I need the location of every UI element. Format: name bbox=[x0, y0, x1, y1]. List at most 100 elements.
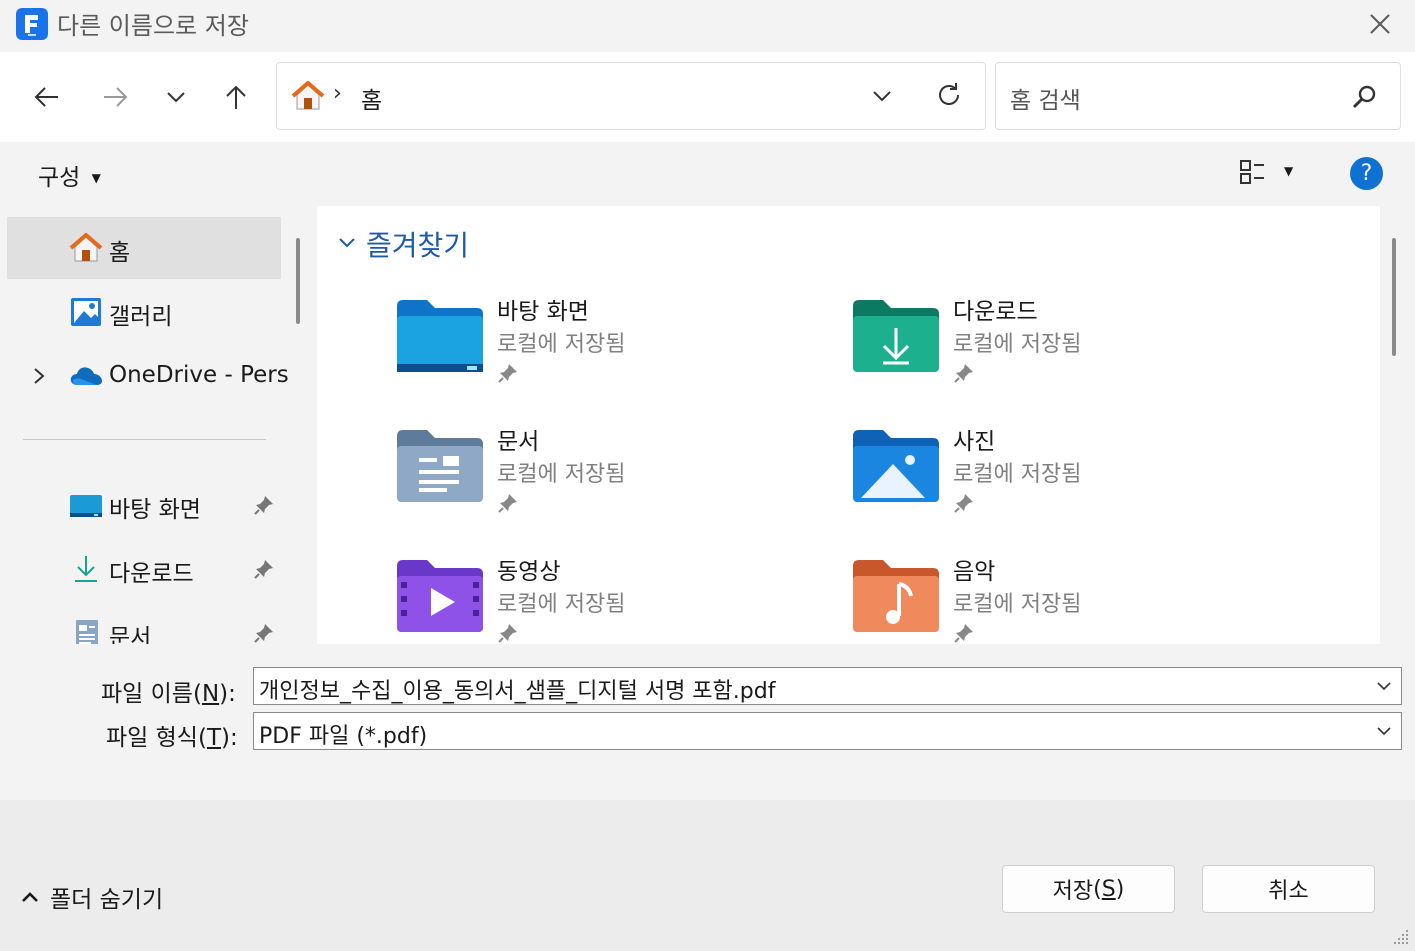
tile-videos[interactable]: 동영상 로컬에 저장됨 bbox=[397, 552, 817, 644]
filetype-label-text: 파일 형식 bbox=[106, 725, 198, 751]
save-label: 저장 bbox=[1052, 879, 1094, 904]
app-icon bbox=[16, 8, 48, 40]
filetype-select[interactable]: PDF 파일 (*.pdf) bbox=[253, 712, 1402, 750]
tile-status: 로컬에 저장됨 bbox=[953, 462, 1082, 487]
up-button[interactable] bbox=[214, 75, 258, 119]
pin-icon[interactable] bbox=[253, 494, 275, 516]
nav-item-documents[interactable]: 문서 bbox=[7, 602, 281, 644]
tile-name: 사진 bbox=[953, 429, 996, 455]
nav-item-label: 갤러리 bbox=[109, 304, 173, 330]
nav-item-label: 다운로드 bbox=[109, 561, 194, 587]
window-title: 다른 이름으로 저장 bbox=[57, 12, 249, 40]
gallery-icon bbox=[71, 298, 101, 326]
view-icon bbox=[1240, 160, 1264, 184]
pin-icon[interactable] bbox=[253, 558, 275, 580]
command-bar bbox=[0, 142, 1415, 206]
nav-divider bbox=[23, 439, 266, 440]
nav-item-home[interactable]: 홈 bbox=[7, 217, 281, 279]
close-button[interactable] bbox=[1362, 6, 1398, 42]
nav-item-downloads[interactable]: 다운로드 bbox=[7, 538, 281, 600]
nav-item-onedrive[interactable]: OneDrive - Pers bbox=[7, 346, 289, 408]
tile-name: 동영상 bbox=[497, 559, 561, 585]
nav-item-label: 문서 bbox=[109, 625, 152, 644]
tile-downloads[interactable]: 다운로드 로컬에 저장됨 bbox=[853, 292, 1273, 412]
tile-name: 바탕 화면 bbox=[497, 299, 589, 325]
chevron-right-icon[interactable] bbox=[29, 366, 49, 386]
cancel-label: 취소 bbox=[1268, 879, 1309, 904]
organize-label: 구성 bbox=[38, 165, 81, 191]
group-header[interactable] bbox=[337, 232, 357, 256]
nav-item-gallery[interactable]: 갤러리 bbox=[7, 281, 281, 343]
tile-status: 로컬에 저장됨 bbox=[953, 332, 1082, 357]
chevron-down-icon[interactable] bbox=[1375, 677, 1393, 695]
search-box[interactable]: 홈 검색 bbox=[995, 62, 1401, 130]
home-icon bbox=[69, 233, 103, 262]
file-list: 즐겨찾기 바탕 화면 로컬에 저장됨 다운로드 로컬에 저장됨 문서 로컬에 저… bbox=[317, 206, 1380, 644]
organize-button[interactable]: 구성 ▼ bbox=[38, 158, 101, 192]
view-caret-icon: ▼ bbox=[1284, 164, 1294, 178]
tile-pictures[interactable]: 사진 로컬에 저장됨 bbox=[853, 422, 1273, 542]
breadcrumb-location[interactable]: 홈 bbox=[361, 81, 382, 115]
tile-name: 다운로드 bbox=[953, 299, 1038, 325]
navigation-pane: 홈 갤러리 OneDrive - Pers 바탕 화면 다운로드 문서 bbox=[7, 206, 297, 644]
filename-combobox[interactable]: 개인정보_수집_이용_동의서_샘플_디지털 서명 포함.pdf bbox=[253, 667, 1402, 705]
chevron-up-icon bbox=[22, 892, 38, 902]
forward-button[interactable] bbox=[94, 75, 138, 119]
tile-documents[interactable]: 문서 로컬에 저장됨 bbox=[397, 422, 817, 542]
search-icon[interactable] bbox=[1350, 83, 1378, 111]
tile-status: 로컬에 저장됨 bbox=[497, 462, 626, 487]
tile-music[interactable]: 음악 로컬에 저장됨 bbox=[853, 552, 1273, 644]
videos-folder-icon bbox=[397, 560, 483, 632]
pin-icon[interactable] bbox=[253, 622, 275, 644]
downloads-folder-icon bbox=[853, 300, 939, 372]
search-placeholder: 홈 검색 bbox=[1010, 88, 1081, 114]
arrow-up-icon bbox=[226, 85, 246, 109]
recent-locations-button[interactable] bbox=[154, 75, 198, 119]
chevron-down-icon bbox=[339, 238, 355, 248]
nav-scrollbar-thumb[interactable] bbox=[296, 238, 300, 324]
home-icon bbox=[291, 81, 325, 110]
pin-icon bbox=[498, 624, 517, 643]
save-accesskey: S bbox=[1101, 876, 1116, 902]
pin-icon bbox=[954, 624, 973, 643]
filename-label: 파일 이름(N): bbox=[101, 681, 236, 707]
nav-item-label: 홈 bbox=[109, 240, 131, 266]
hide-folders-toggle[interactable]: 폴더 숨기기 bbox=[20, 880, 163, 914]
address-bar[interactable]: › 홈 bbox=[276, 62, 986, 130]
filetype-value: PDF 파일 (*.pdf) bbox=[259, 724, 428, 749]
desktop-icon bbox=[70, 495, 102, 517]
refresh-icon[interactable] bbox=[935, 81, 963, 109]
breadcrumb-separator: › bbox=[333, 81, 342, 106]
desktop-folder-icon bbox=[397, 300, 483, 372]
tile-name: 음악 bbox=[953, 559, 996, 585]
filename-label-text: 파일 이름 bbox=[101, 681, 193, 707]
group-title: 즐겨찾기 bbox=[366, 229, 470, 262]
document-icon bbox=[76, 620, 98, 644]
pin-icon bbox=[954, 364, 973, 383]
save-button[interactable]: 저장(S) bbox=[1002, 865, 1175, 913]
chevron-down-icon[interactable] bbox=[1375, 722, 1393, 740]
back-button[interactable] bbox=[24, 75, 68, 119]
hide-folders-label: 폴더 숨기기 bbox=[50, 887, 164, 913]
chevron-down-icon bbox=[167, 92, 185, 103]
tile-name: 문서 bbox=[497, 429, 540, 455]
download-icon bbox=[75, 556, 97, 582]
arrow-right-icon bbox=[104, 87, 128, 107]
filename-value[interactable]: 개인정보_수집_이용_동의서_샘플_디지털 서명 포함.pdf bbox=[259, 679, 775, 704]
filetype-accesskey: T bbox=[206, 725, 221, 751]
filetype-label: 파일 형식(T): bbox=[106, 725, 238, 751]
nav-item-label: 바탕 화면 bbox=[109, 497, 201, 523]
address-dropdown-icon[interactable] bbox=[871, 85, 893, 107]
help-button[interactable]: ? bbox=[1350, 157, 1383, 190]
view-options-button[interactable]: ▼ bbox=[1238, 158, 1300, 190]
pin-icon bbox=[498, 364, 517, 383]
pin-icon bbox=[954, 494, 973, 513]
content-scrollbar-thumb[interactable] bbox=[1392, 238, 1396, 356]
nav-item-desktop[interactable]: 바탕 화면 bbox=[7, 474, 281, 536]
pin-icon bbox=[498, 494, 517, 513]
resize-grip-icon[interactable] bbox=[1392, 928, 1410, 946]
tile-desktop[interactable]: 바탕 화면 로컬에 저장됨 bbox=[397, 292, 817, 412]
onedrive-icon bbox=[70, 367, 102, 385]
cancel-button[interactable]: 취소 bbox=[1202, 865, 1375, 913]
caret-down-icon: ▼ bbox=[91, 171, 101, 185]
